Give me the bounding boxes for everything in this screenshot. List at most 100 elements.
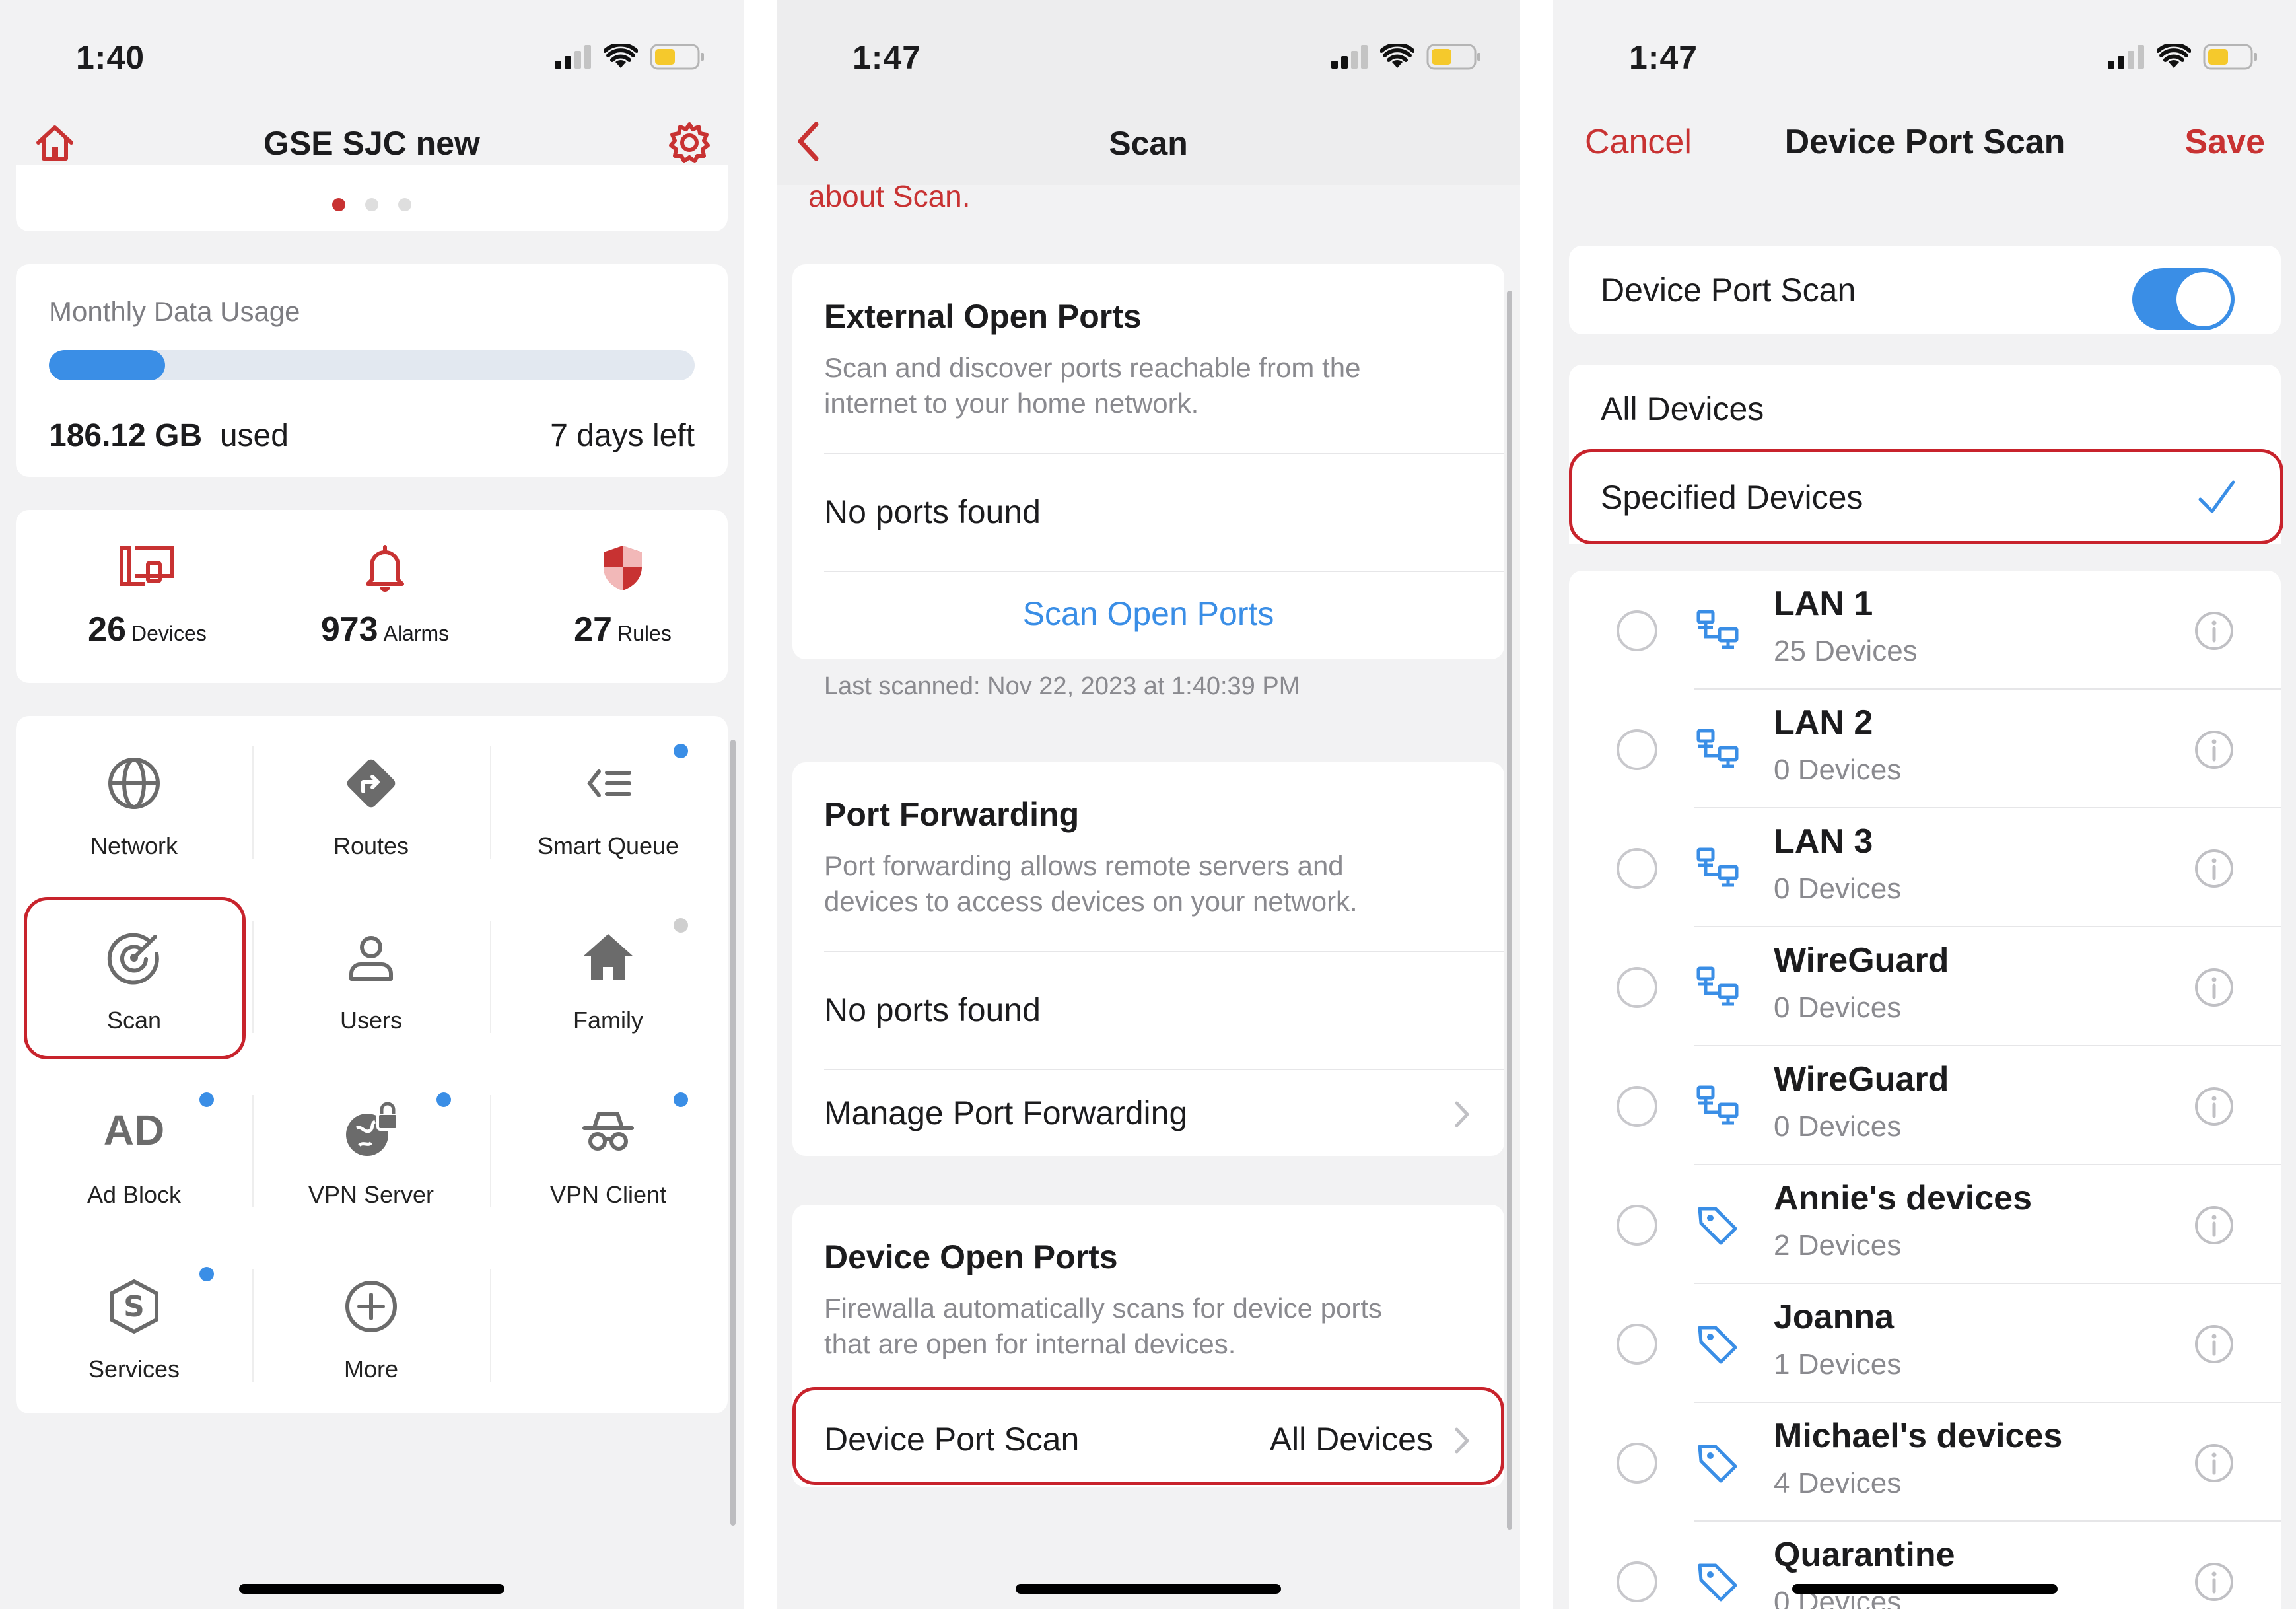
gear-icon[interactable] — [667, 120, 712, 165]
status-time: 1:40 — [76, 39, 145, 76]
section-title: External Open Ports — [824, 298, 1142, 335]
option-all-devices[interactable]: All Devices — [1569, 365, 2281, 453]
tile-label: Users — [339, 1007, 402, 1034]
device-port-scan-toggle[interactable] — [2132, 268, 2235, 330]
grid-sep — [490, 1269, 491, 1382]
info-icon[interactable] — [2194, 610, 2235, 651]
toggle-label: Device Port Scan — [1601, 271, 1856, 308]
radio-button[interactable] — [1617, 729, 1657, 770]
house-icon — [583, 934, 633, 980]
group-row[interactable]: Michael's devices 4 Devices — [1569, 1403, 2281, 1522]
info-icon[interactable] — [2194, 967, 2235, 1008]
group-count: 25 Devices — [1774, 635, 1918, 667]
globe-icon — [108, 758, 160, 809]
info-icon[interactable] — [2194, 1205, 2235, 1246]
home-indicator[interactable] — [1016, 1584, 1281, 1594]
tile-vpn-server[interactable]: VPN Server — [253, 1065, 489, 1239]
tile-more[interactable]: More — [253, 1239, 489, 1413]
group-row[interactable]: WireGuard 0 Devices — [1569, 927, 2281, 1046]
tile-label: Routes — [333, 832, 409, 859]
group-row[interactable]: Quarantine 0 Devices — [1569, 1522, 2281, 1609]
tile-label: Network — [90, 832, 178, 859]
radio-button[interactable] — [1617, 610, 1657, 651]
wifi-icon — [1380, 44, 1414, 68]
tile-family[interactable]: Family — [490, 890, 726, 1065]
group-row[interactable]: LAN 1 25 Devices — [1569, 571, 2281, 690]
data-usage-fill — [49, 350, 166, 380]
tile-users[interactable]: Users — [253, 890, 489, 1065]
svg-text:S: S — [123, 1290, 145, 1324]
radio-button[interactable] — [1617, 1205, 1657, 1246]
home-indicator[interactable] — [239, 1584, 504, 1594]
scrollbar[interactable] — [1507, 291, 1512, 1530]
radio-button[interactable] — [1617, 1561, 1657, 1602]
radio-button[interactable] — [1617, 1443, 1657, 1484]
section-title: Device Open Ports — [824, 1238, 1118, 1275]
tile-network[interactable]: Network — [16, 716, 252, 890]
radio-button[interactable] — [1617, 1324, 1657, 1365]
tile-routes[interactable]: Routes — [253, 716, 489, 890]
group-name: Joanna — [1774, 1298, 1895, 1336]
desc-line: that are open for internal devices. — [824, 1328, 1236, 1359]
stat-devices[interactable]: 26 Devices — [38, 543, 256, 649]
last-scanned-text: Last scanned: Nov 22, 2023 at 1:40:39 PM — [824, 672, 1300, 700]
stat-alarms[interactable]: 973 Alarms — [276, 543, 494, 649]
group-row[interactable]: Annie's devices 2 Devices — [1569, 1165, 2281, 1284]
scrollbar[interactable] — [730, 740, 736, 1526]
section-desc: Firewalla automatically scans for device… — [824, 1291, 1465, 1362]
user-icon — [349, 936, 393, 981]
home-indicator[interactable] — [1792, 1584, 2058, 1594]
stat-rules[interactable]: 27 Rules — [514, 543, 732, 649]
tile-smart-queue[interactable]: Smart Queue — [490, 716, 726, 890]
info-icon[interactable] — [2194, 1086, 2235, 1127]
info-icon[interactable] — [2194, 848, 2235, 889]
page-dot-1[interactable] — [332, 198, 345, 211]
manage-port-forwarding-label: Manage Port Forwarding — [824, 1094, 1188, 1131]
tile-services[interactable]: S Services — [16, 1239, 252, 1413]
section-desc: Scan and discover ports reachable from t… — [824, 350, 1465, 421]
desc-line: internet to your home network. — [824, 388, 1199, 419]
status-time: 1:47 — [1629, 39, 1698, 76]
desc-line: Firewalla automatically scans for device… — [824, 1293, 1383, 1324]
battery-icon — [650, 44, 704, 70]
chevron-right-icon — [1455, 1101, 1469, 1127]
toggle-knob — [2176, 272, 2231, 326]
routes-icon — [347, 759, 396, 808]
new-badge-dot — [436, 1092, 451, 1107]
new-badge-dot — [199, 1092, 214, 1107]
group-name: Michael's devices — [1774, 1417, 2063, 1455]
page-dot-3[interactable] — [398, 198, 411, 211]
bell-icon — [366, 545, 404, 592]
radio-button[interactable] — [1617, 848, 1657, 889]
features-grid: Network Routes Smart Queue Scan Users Fa… — [16, 716, 728, 1413]
nav-bar: 1:47 Scan — [777, 0, 1520, 185]
group-row[interactable]: WireGuard 0 Devices — [1569, 1046, 2281, 1165]
save-button[interactable]: Save — [2185, 122, 2265, 162]
group-row[interactable]: Joanna 1 Devices — [1569, 1284, 2281, 1403]
tile-ad-block[interactable]: AD Ad Block — [16, 1065, 252, 1239]
desc-line: devices to access devices on your networ… — [824, 886, 1358, 917]
about-scan-link[interactable]: about Scan. — [808, 178, 971, 214]
info-icon[interactable] — [2194, 729, 2235, 770]
info-icon[interactable] — [2194, 1443, 2235, 1484]
page-dot-2[interactable] — [365, 198, 378, 211]
status-icons — [555, 44, 705, 70]
manage-port-forwarding-row[interactable]: Manage Port Forwarding — [792, 1070, 1504, 1156]
signal-icon — [2108, 45, 2144, 69]
network-icon — [1694, 1083, 1741, 1129]
group-row[interactable]: LAN 3 0 Devices — [1569, 808, 2281, 927]
info-icon[interactable] — [2194, 1324, 2235, 1365]
tile-vpn-client[interactable]: VPN Client — [490, 1065, 726, 1239]
radio-button[interactable] — [1617, 1086, 1657, 1127]
scan-open-ports-button[interactable]: Scan Open Ports — [792, 594, 1504, 633]
page-title: Scan — [1109, 125, 1188, 162]
group-name: LAN 2 — [1774, 703, 1873, 742]
info-icon[interactable] — [2194, 1561, 2235, 1602]
data-usage-card[interactable]: Monthly Data Usage 186.12 GB used 7 days… — [16, 264, 728, 477]
divider — [824, 453, 1504, 454]
stat-alarms-value: 973 — [320, 610, 378, 649]
group-row[interactable]: LAN 2 0 Devices — [1569, 690, 2281, 808]
specified-devices-highlight — [1569, 449, 2283, 544]
divider — [824, 571, 1504, 572]
radio-button[interactable] — [1617, 967, 1657, 1008]
